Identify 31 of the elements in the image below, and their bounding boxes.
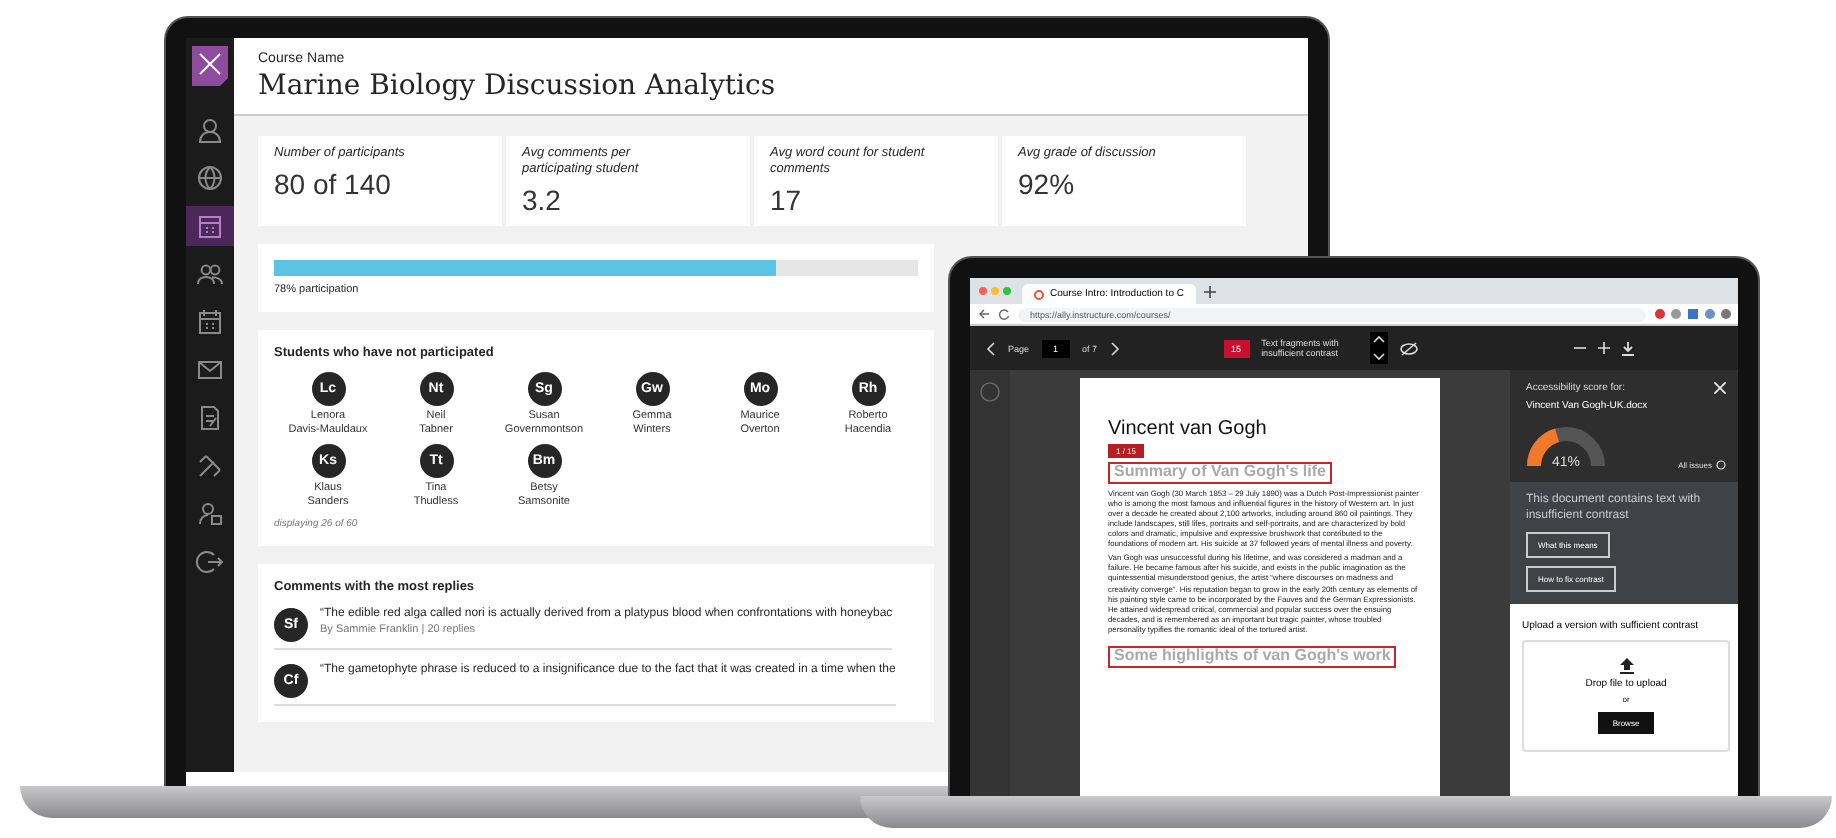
window-controls-icon xyxy=(978,286,1014,296)
logo-icon xyxy=(192,46,228,86)
reload-icon[interactable] xyxy=(998,308,1010,320)
new-tab-icon[interactable] xyxy=(1203,285,1216,297)
score-gauge xyxy=(1526,426,1606,470)
calendar-icon xyxy=(194,306,226,338)
globe-icon xyxy=(194,162,226,194)
zoom-out-icon[interactable] xyxy=(1574,342,1586,354)
stat-value: 92% xyxy=(1018,168,1077,201)
stat-value: 17 xyxy=(770,184,804,217)
document-title: Vincent van Gogh xyxy=(1108,418,1269,440)
download-icon[interactable] xyxy=(1622,341,1634,355)
tab-favicon-icon xyxy=(1034,289,1044,299)
back-arrow-icon[interactable] xyxy=(978,308,990,320)
eye-slash-icon[interactable] xyxy=(1399,341,1418,355)
next-page-icon[interactable] xyxy=(1109,341,1120,355)
sign-out-icon xyxy=(194,546,226,578)
zoom-in-icon[interactable] xyxy=(1598,342,1610,354)
stat-value: 80 of 140 xyxy=(274,168,393,201)
previous-page-icon[interactable] xyxy=(986,341,996,355)
stat-value: 3.2 xyxy=(522,184,563,217)
nav-item[interactable] xyxy=(186,206,234,246)
page-title: Marine Biology Discussion Analytics xyxy=(258,70,778,102)
flagged-heading: Summary of Van Gogh's life xyxy=(1108,462,1332,484)
flagged-heading: Some highlights of van Gogh's work xyxy=(1108,645,1397,668)
upload-icon xyxy=(1619,658,1633,674)
up-down-chevron-icon[interactable] xyxy=(1369,332,1388,364)
info-icon[interactable] xyxy=(1716,460,1726,470)
close-icon[interactable] xyxy=(1714,382,1726,394)
extension-icons xyxy=(1654,308,1734,320)
calendar-icon xyxy=(194,210,226,242)
